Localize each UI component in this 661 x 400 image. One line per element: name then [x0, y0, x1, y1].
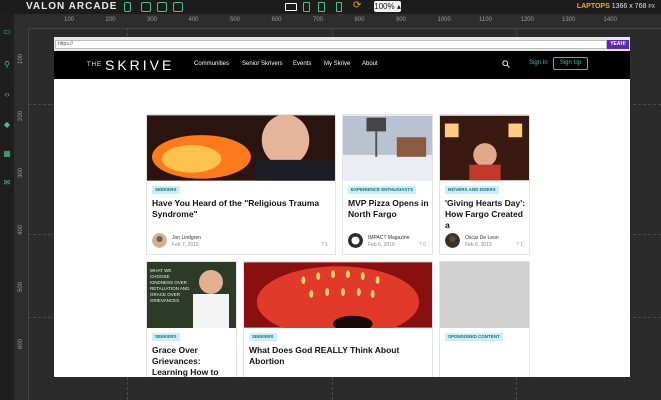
ruler-tick-label: 700: [313, 17, 324, 23]
ruler-tick-label: 100: [18, 53, 25, 65]
tablet-portrait-icon[interactable]: [303, 2, 310, 12]
shield-icon[interactable]: ◆: [3, 121, 11, 129]
category-badge[interactable]: MOVERS AND DOERS: [445, 186, 499, 194]
ruler-tick-label: 1100: [479, 17, 492, 23]
url-bar: https:// YEAH!: [54, 37, 630, 51]
post-date: Feb 6, 2019: [465, 242, 492, 248]
category-badge[interactable]: SEEKERS: [152, 333, 180, 341]
ruler-tick-label: 1300: [562, 17, 576, 23]
article-title[interactable]: Grace Over Grievances: Learning How to: [152, 345, 234, 377]
ruler-tick-label: 1200: [520, 17, 534, 23]
link-icon[interactable]: ⚲: [3, 61, 11, 69]
image-figure: [199, 270, 223, 294]
article-image: [244, 262, 432, 328]
preview-frame: https:// YEAH! THE SKRIVE Communities Sen…: [54, 37, 630, 377]
nav-my-skrive[interactable]: My Skrive: [324, 61, 350, 67]
article-card[interactable]: WHAT WE CHOOSE KINDNESS OVER RETALIATION…: [146, 261, 237, 377]
category-badge[interactable]: SEEKERS: [249, 333, 277, 341]
image-figure-body: [193, 294, 229, 328]
article-card[interactable]: SEEKERS Have You Heard of the "Religious…: [146, 114, 336, 255]
ruler-tick-label: 200: [18, 110, 25, 122]
search-icon[interactable]: [502, 60, 510, 68]
article-title[interactable]: MVP Pizza Opens in North Fargo: [348, 198, 430, 220]
ruler-tick-label: 1000: [437, 17, 451, 23]
laptop-device-icon[interactable]: [285, 3, 297, 11]
nav-about[interactable]: About: [362, 61, 378, 67]
ruler-tick-label: 100: [64, 17, 75, 23]
sign-in-link[interactable]: Sign In: [529, 60, 548, 66]
avatar: [152, 233, 167, 248]
avatar: [445, 233, 460, 248]
pages-icon[interactable]: ▭: [3, 28, 11, 36]
article-title[interactable]: 'Giving Hearts Day': How Fargo Created a: [445, 198, 527, 231]
rotate-icon[interactable]: ⟳: [353, 0, 361, 11]
category-badge[interactable]: SEEKERS: [152, 186, 180, 194]
article-card[interactable]: EXPERIENCE ENTHUSIASTS MVP Pizza Opens i…: [342, 114, 433, 255]
nav-events[interactable]: Events: [293, 61, 311, 67]
phone-icon[interactable]: [336, 2, 342, 12]
site-navbar: THE SKRIVE Communities Senior Skrivers Ev…: [54, 51, 630, 79]
nav-senior-skrivers[interactable]: Senior Skrivers: [242, 61, 283, 67]
author-name[interactable]: Oscar De Leon: [465, 235, 499, 241]
grid-view-icon[interactable]: [173, 2, 183, 12]
ruler-tick-label: 600: [271, 17, 282, 23]
url-input[interactable]: https://: [55, 40, 607, 49]
post-date: Feb 6, 2019: [368, 242, 395, 248]
article-card[interactable]: SEEKERS What Does God REALLY Think About…: [243, 261, 433, 377]
article-card[interactable]: MOVERS AND DOERS 'Giving Hearts Day': Ho…: [439, 114, 530, 255]
nav-communities[interactable]: Communities: [194, 61, 229, 67]
article-title[interactable]: What Does God REALLY Think About Abortio…: [249, 345, 429, 367]
zoom-select[interactable]: 100% ▴: [374, 1, 401, 12]
calendar-icon[interactable]: ▦: [3, 150, 11, 158]
editor-sidebar: ▭ ⚲ ‹› ◆ ▦ ✉: [0, 14, 14, 400]
comment-count: ? 1: [321, 242, 328, 248]
post-date: Feb 7, 2019: [172, 242, 199, 248]
ruler-tick-label: 300: [147, 17, 158, 23]
site-logo[interactable]: THE SKRIVE: [87, 56, 174, 74]
horizontal-ruler: 100 200 300 400 500 600 700 800 900 1000 1100 1200 1…: [14, 14, 661, 29]
article-title[interactable]: Have You Heard of the "Religious Trauma …: [152, 198, 332, 220]
ruler-tick-label: 800: [354, 17, 365, 23]
comment-count: ? 0: [419, 242, 426, 248]
ruler-tick-label: 1400: [603, 17, 617, 23]
ruler-tick-label: 400: [188, 17, 199, 23]
desktop-preview-icon[interactable]: [157, 2, 167, 12]
image-text: WHAT WE CHOOSE KINDNESS OVER RETALIATION…: [150, 268, 190, 303]
article-image-placeholder: [440, 262, 529, 328]
code-icon[interactable]: ‹›: [3, 91, 11, 99]
ruler-tick-label: 300: [18, 167, 25, 179]
tablet-preview-icon[interactable]: [141, 2, 151, 12]
tablet-landscape-icon[interactable]: [318, 2, 325, 12]
ruler-tick-label: 600: [18, 338, 25, 350]
mail-icon[interactable]: ✉: [3, 179, 11, 187]
ruler-tick-label: 500: [230, 17, 241, 23]
device-label: LAPTOPS 1366 x 768 PX: [576, 3, 655, 10]
ruler-tick-label: 200: [105, 17, 116, 23]
mobile-preview-icon[interactable]: [124, 2, 131, 12]
author-name[interactable]: IMPACT Magazine: [368, 235, 410, 241]
ruler-tick-label: 400: [18, 224, 25, 236]
category-badge[interactable]: EXPERIENCE ENTHUSIASTS: [348, 186, 417, 194]
app-brand: VALON ARCADE: [26, 1, 118, 12]
editor-toolbar: VALON ARCADE ⟳ 100% ▴ LAPTOPS 1366 x 768…: [0, 0, 661, 14]
article-image: [147, 115, 335, 181]
author-name[interactable]: Jon Lindgren: [172, 235, 201, 241]
sign-up-button[interactable]: Sign Up: [553, 57, 588, 70]
article-image: WHAT WE CHOOSE KINDNESS OVER RETALIATION…: [147, 262, 236, 328]
comment-count: ? 1: [516, 242, 523, 248]
article-card[interactable]: SPONSORED CONTENT: [439, 261, 530, 377]
article-image: [343, 115, 432, 181]
url-go-button[interactable]: YEAH!: [607, 40, 629, 49]
vertical-ruler: 100 200 300 400 500 600: [14, 28, 29, 400]
article-image: [440, 115, 529, 181]
avatar: [348, 233, 363, 248]
category-badge[interactable]: SPONSORED CONTENT: [445, 333, 503, 341]
ruler-tick-label: 900: [396, 17, 407, 23]
ruler-tick-label: 500: [18, 281, 25, 293]
